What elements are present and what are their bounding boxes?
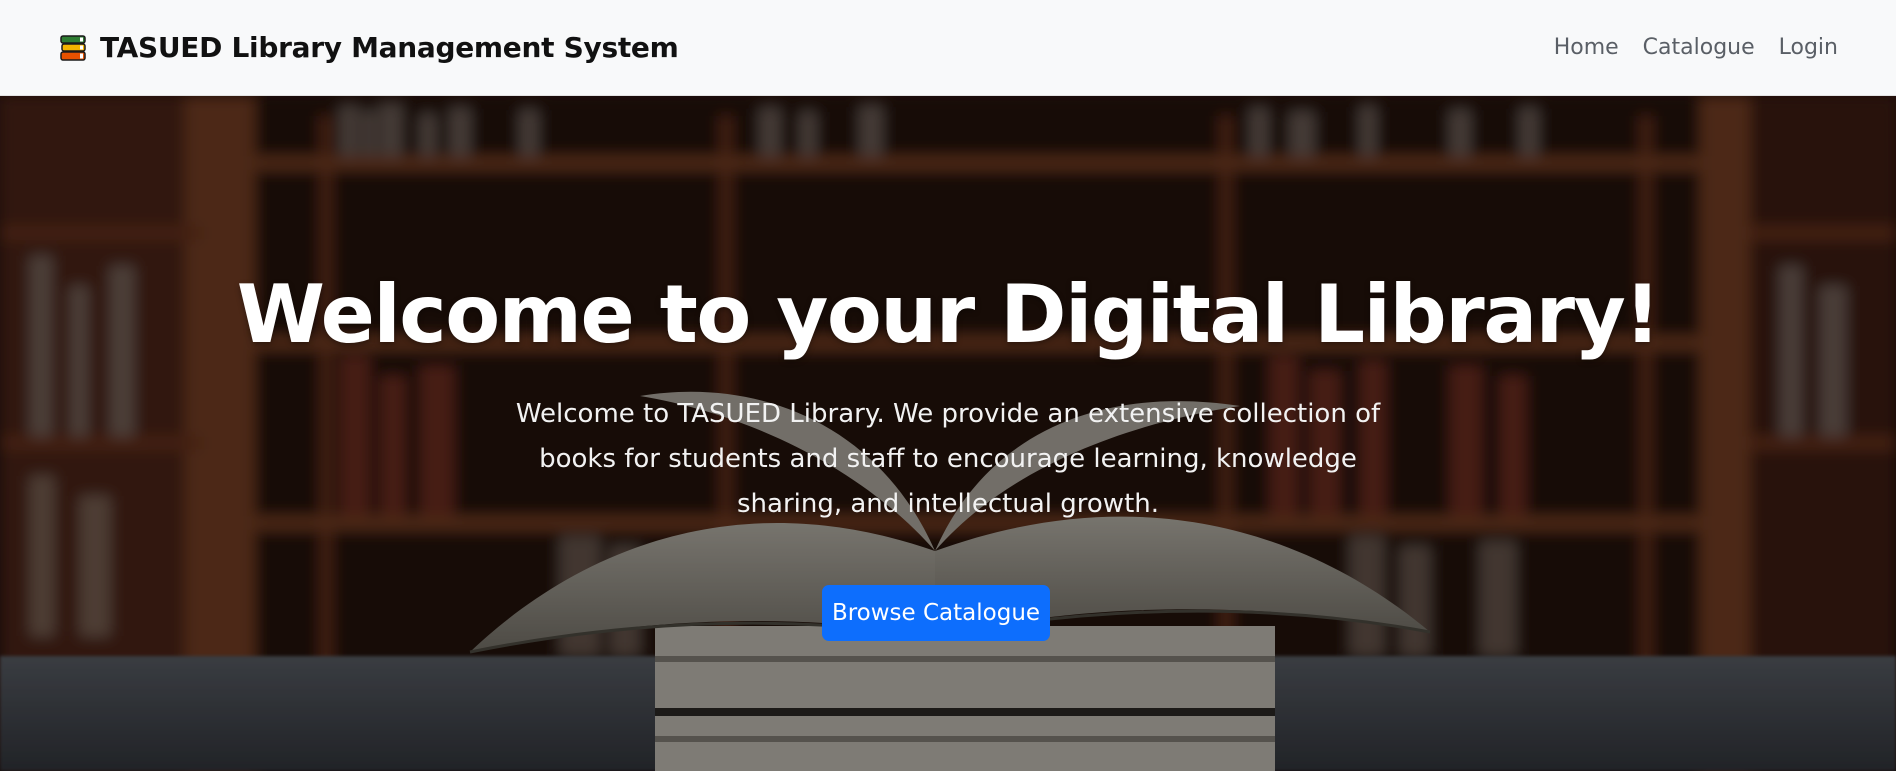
hero-title: Welcome to your Digital Library! [236, 268, 1661, 361]
hero-content: Welcome to your Digital Library! Welcome… [0, 96, 1896, 771]
books-stack-icon [60, 34, 86, 61]
brand-link[interactable]: TASUED Library Management System [58, 31, 679, 64]
nav-link-catalogue[interactable]: Catalogue [1643, 35, 1755, 60]
hero-section: Welcome to your Digital Library! Welcome… [0, 96, 1896, 771]
nav-links: Home Catalogue Login [1554, 35, 1838, 60]
brand-title: TASUED Library Management System [100, 31, 679, 64]
top-navbar: TASUED Library Management System Home Ca… [0, 0, 1896, 96]
browse-catalogue-button[interactable]: Browse Catalogue [822, 585, 1050, 641]
nav-link-login[interactable]: Login [1779, 35, 1838, 60]
nav-link-home[interactable]: Home [1554, 35, 1619, 60]
hero-description: Welcome to TASUED Library. We provide an… [515, 399, 1381, 519]
